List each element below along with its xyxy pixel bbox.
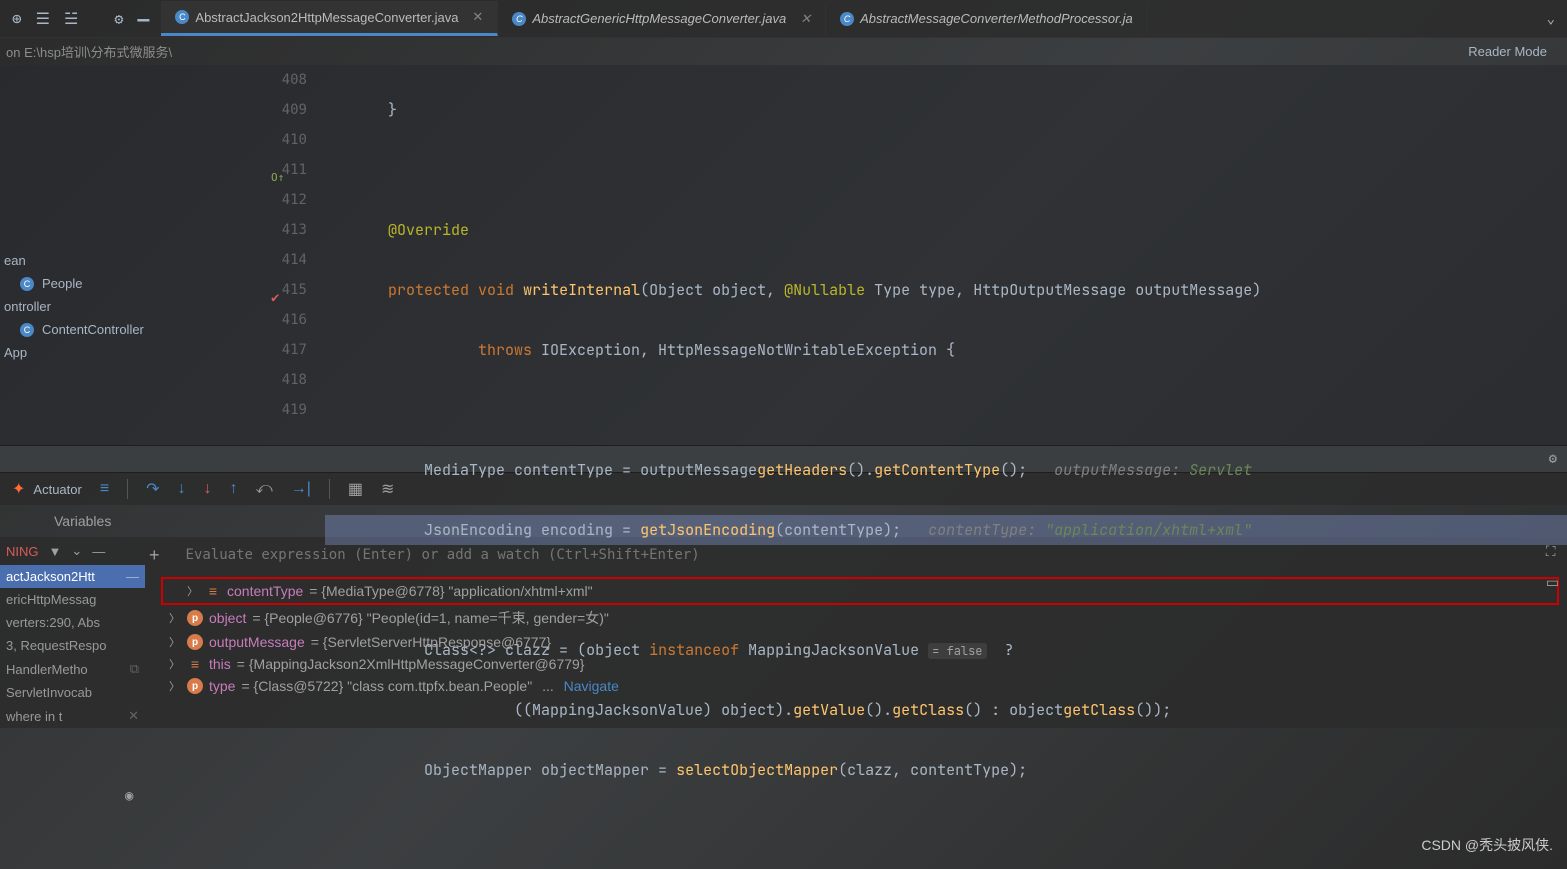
class-icon: C xyxy=(20,277,34,291)
force-step-into-icon[interactable]: ↓ xyxy=(204,480,212,498)
gutter-415[interactable]: 415✔ xyxy=(215,275,307,305)
gutter-410[interactable]: 410 xyxy=(215,125,307,155)
field-icon: ≡ xyxy=(205,583,221,599)
top-icon-group: ⊕ ☰ ☱ ⚙ — xyxy=(0,7,161,31)
layout-icon[interactable]: ▭ xyxy=(1546,574,1559,591)
reader-mode-label[interactable]: Reader Mode xyxy=(1468,44,1547,59)
gear-icon[interactable]: ⚙ xyxy=(114,10,123,28)
field-icon: ≡ xyxy=(187,656,203,672)
step-into-icon[interactable]: ↓ xyxy=(178,480,186,498)
navigate-link[interactable]: Navigate xyxy=(564,678,619,694)
close-icon[interactable]: ✕ xyxy=(800,11,811,27)
thread-status: NING xyxy=(6,544,39,559)
frames-panel: NING ▼ ⌄ — actJackson2Htt— ericHttpMessa… xyxy=(0,537,145,728)
watch-icon[interactable]: ◉ xyxy=(125,788,133,804)
chevron-right-icon[interactable]: 〉 xyxy=(169,634,181,650)
frame-item[interactable]: ServletInvocab xyxy=(0,681,145,704)
chevron-right-icon[interactable]: 〉 xyxy=(169,610,181,626)
watermark: CSDN @秃头披风侠. xyxy=(1421,835,1553,855)
chevron-right-icon[interactable]: 〉 xyxy=(187,583,199,599)
tab-label: AbstractGenericHttpMessageConverter.java xyxy=(532,11,786,26)
class-icon: C xyxy=(20,323,34,337)
debug-lower-panel: NING ▼ ⌄ — actJackson2Htt— ericHttpMessa… xyxy=(0,537,1567,728)
tab-label: AbstractJackson2HttpMessageConverter.jav… xyxy=(195,10,458,25)
line-gutter: 408 409 410 411O↑ 412 413 414 415✔ 416 4… xyxy=(215,65,325,445)
expand-icon[interactable]: ⛶ xyxy=(1546,543,1559,560)
close-icon[interactable]: ✕ xyxy=(128,708,139,724)
minimize-icon[interactable]: — xyxy=(137,7,149,31)
sidebar-item-contentcontroller[interactable]: CContentController xyxy=(0,318,215,341)
variable-tree: 〉 ≡ contentType = {MediaType@6778} "appl… xyxy=(145,573,1567,701)
breadcrumb-bar: on E:\hsp培训\分布式微服务\ Reader Mode xyxy=(0,38,1567,65)
gutter-413[interactable]: 413 xyxy=(215,215,307,245)
tab-overflow-icon[interactable]: ⌄ xyxy=(1535,11,1567,27)
structure-sidebar: ean CPeople ontroller CContentController… xyxy=(0,65,215,445)
gutter-414[interactable]: 414 xyxy=(215,245,307,275)
vars-side-icons: ⛶ ▭ xyxy=(1546,543,1559,591)
var-object[interactable]: 〉 p object = {People@6776} "People(id=1,… xyxy=(145,605,1567,631)
step-over-icon[interactable]: ↷ xyxy=(146,479,159,499)
sidebar-item-app[interactable]: App xyxy=(0,341,215,364)
code-editor[interactable]: } @Override protected void writeInternal… xyxy=(325,65,1567,445)
var-contenttype[interactable]: 〉 ≡ contentType = {MediaType@6778} "appl… xyxy=(161,577,1559,605)
dash-icon[interactable]: — xyxy=(92,544,105,559)
chevron-down-icon[interactable]: ⌄ xyxy=(71,543,82,559)
target-icon[interactable]: ⊕ xyxy=(12,9,22,28)
collapse-icon[interactable]: ☰ xyxy=(36,9,50,28)
class-icon: C xyxy=(175,10,189,24)
drop-frame-icon[interactable]: ⤺ xyxy=(256,480,273,498)
gutter-418[interactable]: 418 xyxy=(215,365,307,395)
gutter-416[interactable]: 416 xyxy=(215,305,307,335)
chevron-right-icon[interactable]: 〉 xyxy=(169,656,181,672)
gutter-417[interactable]: 417 xyxy=(215,335,307,365)
actuator-tab[interactable]: ✦ Actuator xyxy=(12,479,82,499)
param-icon: p xyxy=(187,634,203,650)
var-type[interactable]: 〉 p type = {Class@5722} "class com.ttpfx… xyxy=(145,675,1567,697)
tab-abstractmessageconv[interactable]: C AbstractMessageConverterMethodProcesso… xyxy=(826,3,1148,34)
param-icon: p xyxy=(187,678,203,694)
copy-icon[interactable]: ⧉ xyxy=(130,661,139,677)
gutter-412[interactable]: 412 xyxy=(215,185,307,215)
actuator-icon: ✦ xyxy=(12,479,25,499)
top-toolbar: ⊕ ☰ ☱ ⚙ — C AbstractJackson2HttpMessageC… xyxy=(0,0,1567,38)
close-icon[interactable]: ✕ xyxy=(472,9,483,25)
param-icon: p xyxy=(187,610,203,626)
frame-item[interactable]: where in t✕ xyxy=(0,704,145,728)
class-icon: C xyxy=(512,12,526,26)
add-watch-icon[interactable]: + xyxy=(149,545,160,566)
var-this[interactable]: 〉 ≡ this = {MappingJackson2XmlHttpMessag… xyxy=(145,653,1567,675)
lib-icon: — xyxy=(126,569,139,584)
tab-abstractgeneric[interactable]: C AbstractGenericHttpMessageConverter.ja… xyxy=(498,3,826,35)
var-outputmessage[interactable]: 〉 p outputMessage = {ServletServerHttpRe… xyxy=(145,631,1567,653)
show-exec-point-icon[interactable]: ≡ xyxy=(100,480,109,498)
frame-item[interactable]: verters:290, Abs xyxy=(0,611,145,634)
editor-area: ean CPeople ontroller CContentController… xyxy=(0,65,1567,445)
variables-panel: + 〉 ≡ contentType = {MediaType@6778} "ap… xyxy=(145,537,1567,728)
editor-tabs: C AbstractJackson2HttpMessageConverter.j… xyxy=(161,1,1534,36)
gutter-408[interactable]: 408 xyxy=(215,65,307,95)
expand-icon[interactable]: ☱ xyxy=(64,9,78,28)
path-crumb: on E:\hsp培训\分布式微服务\ xyxy=(6,42,172,61)
evaluate-input[interactable] xyxy=(176,541,1555,569)
tab-abstractjackson2[interactable]: C AbstractJackson2HttpMessageConverter.j… xyxy=(161,1,498,36)
sidebar-item-people[interactable]: CPeople xyxy=(0,272,215,295)
step-out-icon[interactable]: ↑ xyxy=(230,480,238,498)
run-to-cursor-icon[interactable]: →| xyxy=(291,480,311,498)
frame-item[interactable]: ericHttpMessag xyxy=(0,588,145,611)
sidebar-item-ean[interactable]: ean xyxy=(0,249,215,272)
gutter-409[interactable]: 409 xyxy=(215,95,307,125)
chevron-right-icon[interactable]: 〉 xyxy=(169,678,181,694)
frames-header: NING ▼ ⌄ — xyxy=(0,537,145,565)
gutter-419[interactable]: 419 xyxy=(215,395,307,425)
sidebar-item-ontroller[interactable]: ontroller xyxy=(0,295,215,318)
frame-item[interactable]: HandlerMetho⧉ xyxy=(0,657,145,681)
class-icon: C xyxy=(840,12,854,26)
filter-icon[interactable]: ▼ xyxy=(49,544,62,559)
tab-label: AbstractMessageConverterMethodProcessor.… xyxy=(860,11,1133,26)
frame-item[interactable]: 3, RequestRespo xyxy=(0,634,145,657)
gutter-411[interactable]: 411O↑ xyxy=(215,155,307,185)
frame-item[interactable]: actJackson2Htt— xyxy=(0,565,145,588)
